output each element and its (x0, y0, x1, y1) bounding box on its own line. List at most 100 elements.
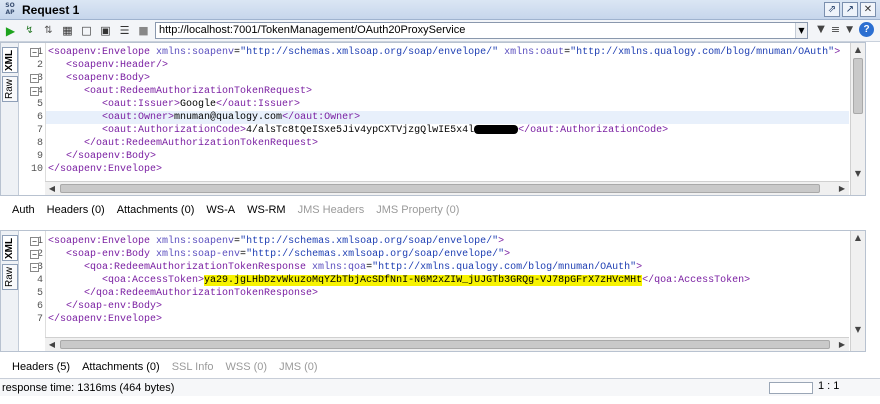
tidy-icon[interactable]: □ (78, 22, 95, 39)
code-line: </qoa:RedeemAuthorizationTokenResponse> (48, 288, 319, 299)
maximize-icon[interactable]: ↗ (842, 2, 858, 17)
line-number: 7 (36, 125, 43, 136)
tab-jms: JMS (0) (279, 361, 318, 373)
response-vertical-scrollbar[interactable]: ▲ ▼ (850, 231, 865, 351)
endpoint-url-text: http://localhost:7001/TokenManagement/OA… (159, 24, 466, 36)
code-line: <qoa:RedeemAuthorizationTokenResponse xm… (48, 262, 643, 273)
line-number: 6 (36, 112, 43, 123)
endpoint-url-field[interactable]: http://localhost:7001/TokenManagement/OA… (155, 22, 808, 39)
response-raw-tab[interactable]: Raw (2, 264, 18, 290)
request-tab-strip: Auth Headers (0) Attachments (0) WS-A WS… (0, 199, 880, 221)
redaction-blot (474, 124, 519, 134)
scroll-right-icon[interactable]: ▶ (835, 338, 849, 351)
scroll-down-icon[interactable]: ▼ (851, 167, 865, 181)
submit-request-icon[interactable]: ▶ (2, 22, 19, 39)
title-bar: SO AP Request 1 ⇗ ↗ ✕ (0, 0, 880, 20)
cancel-request-icon[interactable]: ■ (135, 22, 152, 39)
scroll-down-icon[interactable]: ▼ (851, 323, 865, 337)
format-icon[interactable]: ▣ (97, 22, 114, 39)
restore-icon[interactable]: ⇗ (824, 2, 840, 17)
request-editor[interactable]: XML Raw 1 2 3 4 5 6 7 8 9 10 − − − <soap… (0, 42, 866, 196)
code-line: <soapenv:Body> (48, 73, 151, 84)
response-line-numbers: 1 2 3 4 5 6 7 (19, 231, 45, 351)
clone-request-icon[interactable]: ▦ (59, 22, 76, 39)
request-toolbar: ▶ ↯ ⇅ ▦ □ ▣ ☰ ■ http://localhost:7001/To… (0, 20, 880, 42)
scroll-up-icon[interactable]: ▲ (851, 231, 865, 245)
footer-spacer (0, 396, 880, 404)
recreate-request-icon[interactable]: ⇅ (40, 22, 57, 39)
tab-response-attachments[interactable]: Attachments (0) (82, 361, 160, 373)
scroll-left-icon[interactable]: ◀ (45, 338, 59, 351)
scroll-thumb[interactable] (853, 58, 863, 114)
fold-collapse-icon[interactable]: − (30, 74, 39, 83)
chevron-down-icon[interactable]: ▼ (795, 23, 807, 38)
line-number: 5 (36, 99, 43, 110)
scroll-thumb[interactable] (60, 184, 820, 193)
scroll-thumb[interactable] (60, 340, 830, 349)
help-icon[interactable]: ? (859, 22, 874, 37)
request-xml-code[interactable]: <soapenv:Envelope xmlns:soapenv="http://… (45, 43, 849, 195)
close-icon[interactable]: ✕ (860, 2, 876, 17)
tab-attachments[interactable]: Attachments (0) (117, 204, 195, 216)
scroll-up-icon[interactable]: ▲ (851, 43, 865, 57)
fold-collapse-icon[interactable]: − (30, 237, 39, 246)
response-time: response time: 1316ms (464 bytes) (2, 381, 175, 394)
response-view-tabs: XML Raw (1, 231, 19, 351)
code-line-current: <oaut:Owner>mnuman@qualogy.com</oaut:Own… (46, 111, 849, 124)
line-number: 7 (36, 314, 43, 325)
response-xml-tab[interactable]: XML (2, 235, 18, 261)
tab-ws-rm[interactable]: WS-RM (247, 204, 286, 216)
options-icon[interactable]: ≡ (831, 23, 840, 36)
response-xml-code[interactable]: <soapenv:Envelope xmlns:soapenv="http://… (45, 231, 849, 351)
line-number: 6 (36, 301, 43, 312)
tab-ws-a[interactable]: WS-A (206, 204, 235, 216)
dropdown-icon[interactable]: ▼ (846, 25, 853, 35)
code-line-access-token: <qoa:AccessToken>ya29.jgLHbDzvWkuzoMqYZb… (48, 275, 751, 286)
fold-collapse-icon[interactable]: − (30, 250, 39, 259)
status-bar: response time: 1316ms (464 bytes) 1 : 1 (0, 378, 880, 396)
code-line: <oaut:AuthorizationCode>4/alsTc8tQeISxe5… (48, 124, 669, 136)
tab-jms-headers: JMS Headers (297, 204, 365, 216)
fold-collapse-icon[interactable]: − (30, 263, 39, 272)
code-line: <oaut:Issuer>Google</oaut:Issuer> (48, 99, 301, 110)
tab-wss: WSS (0) (225, 361, 268, 373)
add-mock-icon[interactable]: ↯ (21, 22, 38, 39)
line-number: 9 (36, 151, 43, 162)
code-line: </soapenv:Envelope> (48, 314, 163, 325)
line-number: 8 (36, 138, 43, 149)
tab-jms-property: JMS Property (0) (376, 204, 460, 216)
add-endpoint-icon[interactable]: ▼ (817, 24, 825, 35)
cursor-position: 1 : 1 (818, 380, 840, 392)
tab-auth[interactable]: Auth (12, 204, 35, 216)
code-line: </soapenv:Envelope> (48, 164, 163, 175)
response-horizontal-scrollbar[interactable]: ◀ ▶ (45, 337, 849, 351)
line-number: 4 (36, 275, 43, 286)
window-title: Request 1 (22, 2, 80, 17)
code-line: </soap-env:Body> (48, 301, 163, 312)
line-number: 10 (30, 164, 43, 175)
tab-response-headers[interactable]: Headers (5) (12, 361, 70, 373)
scroll-right-icon[interactable]: ▶ (835, 182, 849, 195)
request-raw-tab[interactable]: Raw (2, 76, 18, 102)
response-tab-strip: Headers (5) Attachments (0) SSL Info WSS… (0, 356, 880, 378)
code-line: </oaut:RedeemAuthorizationTokenRequest> (48, 138, 319, 149)
fold-collapse-icon[interactable]: − (30, 48, 39, 57)
fold-collapse-icon[interactable]: − (30, 87, 39, 96)
soapui-app-icon: SO AP (5, 1, 15, 16)
request-xml-tab[interactable]: XML (2, 47, 18, 73)
code-line: </soapenv:Body> (48, 151, 157, 162)
request-vertical-scrollbar[interactable]: ▲ ▼ (850, 43, 865, 195)
code-line: <soap-env:Body xmlns:soap-env="http://sc… (48, 249, 511, 260)
request-line-numbers: 1 2 3 4 5 6 7 8 9 10 (19, 43, 45, 195)
response-editor[interactable]: XML Raw 1 2 3 4 5 6 7 − − − <soapenv:Env… (0, 230, 866, 352)
tab-ssl-info: SSL Info (171, 361, 214, 373)
access-token-value[interactable]: ya29.jgLHbDzvWkuzoMqYZbTbjAcSDfNnI-N6M2x… (204, 275, 643, 286)
export-icon[interactable]: ☰ (116, 22, 133, 39)
scroll-left-icon[interactable]: ◀ (45, 182, 59, 195)
request-horizontal-scrollbar[interactable]: ◀ ▶ (45, 181, 849, 195)
line-number: 2 (36, 60, 43, 71)
code-line: <soapenv:Envelope xmlns:soapenv="http://… (48, 47, 841, 58)
tab-headers[interactable]: Headers (0) (47, 204, 105, 216)
line-number: 5 (36, 288, 43, 299)
request-view-tabs: XML Raw (1, 43, 19, 195)
